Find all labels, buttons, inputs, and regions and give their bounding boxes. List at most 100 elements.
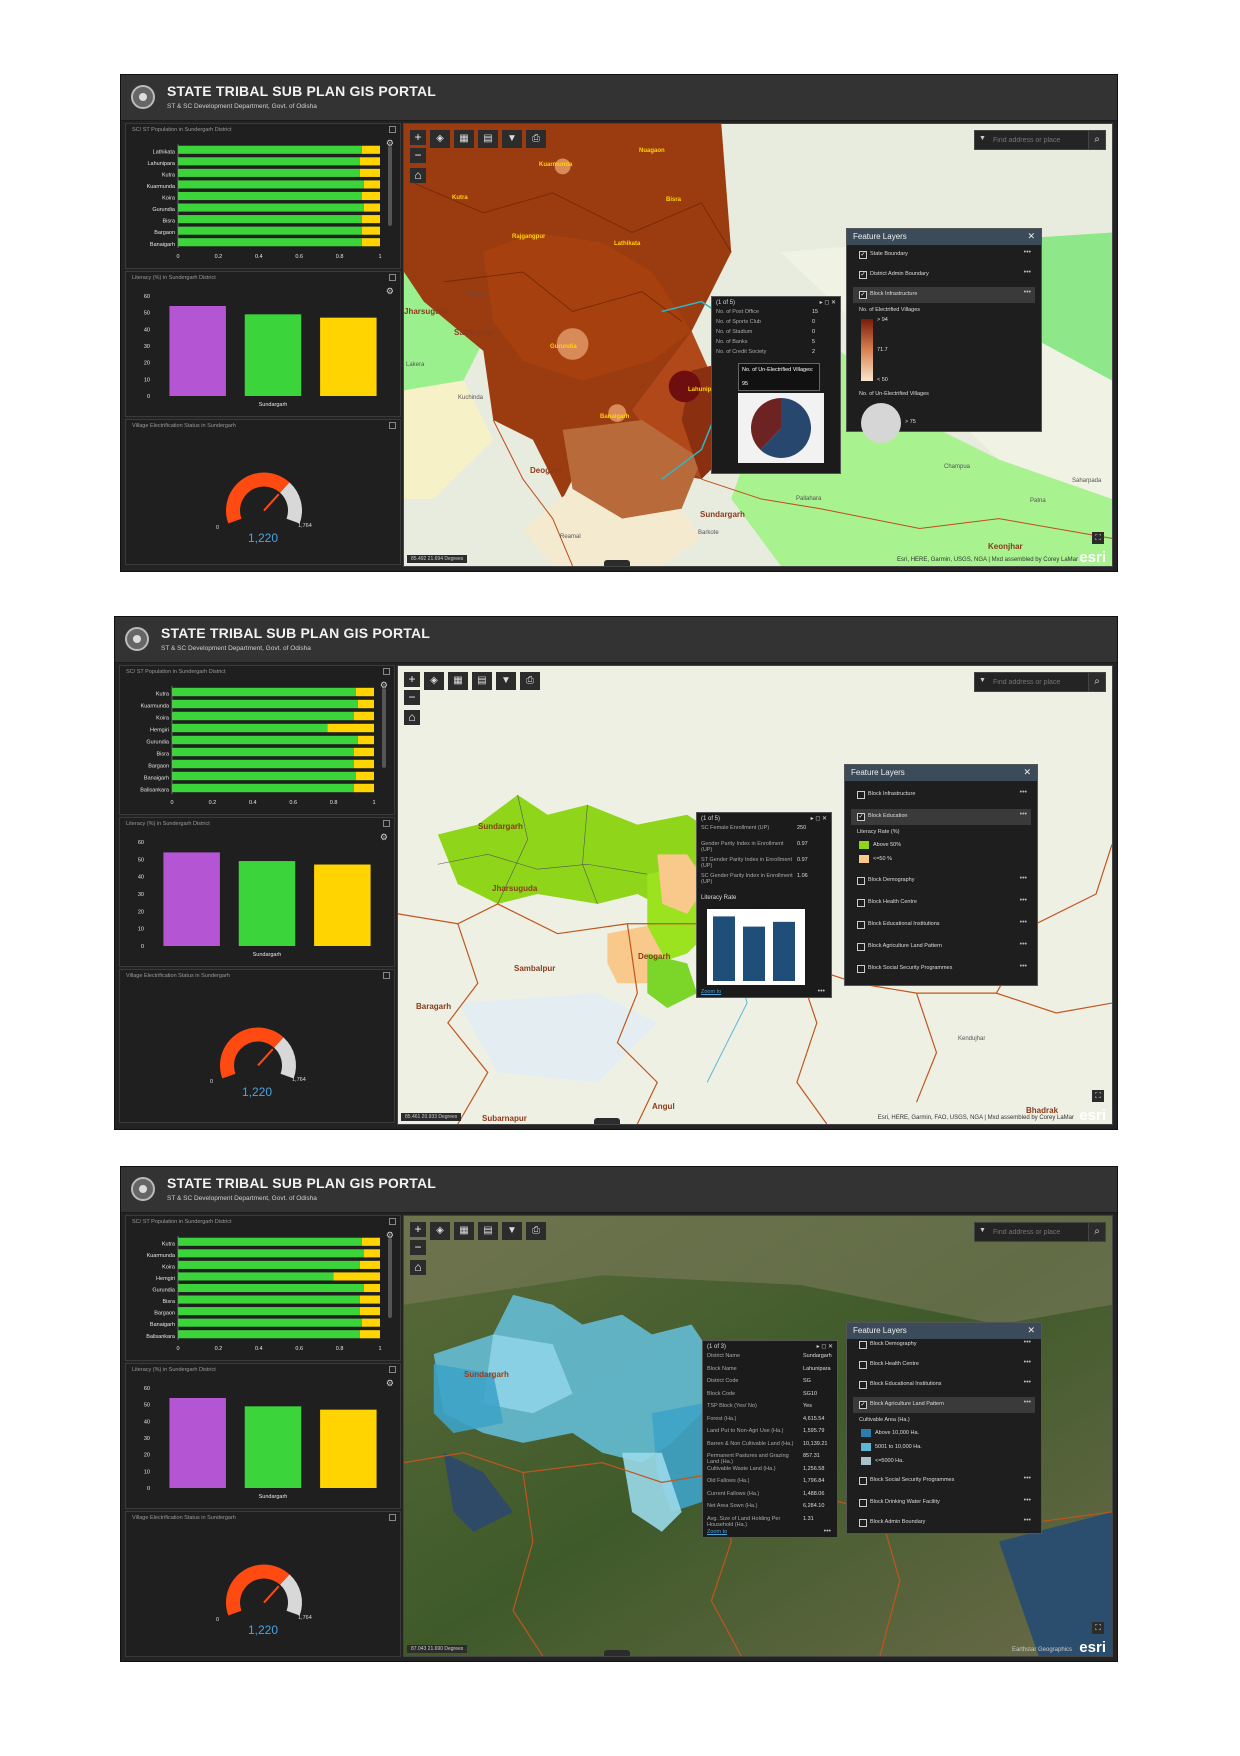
- literacy-bar[interactable]: [163, 852, 220, 946]
- home-button[interactable]: ⌂: [410, 1260, 426, 1275]
- bar-st[interactable]: [172, 687, 356, 697]
- layer-item[interactable]: Block Health Centre •••: [851, 895, 1031, 911]
- panel-toggle-handle[interactable]: [594, 1118, 620, 1124]
- literacy-bar[interactable]: [320, 317, 377, 396]
- more-icon[interactable]: •••: [1024, 1339, 1031, 1346]
- checkbox[interactable]: [859, 1477, 867, 1485]
- layer-item[interactable]: Block Social Security Programmes •••: [851, 961, 1031, 977]
- more-icon[interactable]: •••: [1024, 1379, 1031, 1386]
- bar-sc[interactable]: [357, 735, 374, 745]
- zoom-to-link[interactable]: Zoom to: [707, 1529, 727, 1535]
- search-widget[interactable]: ▼ ⌕: [974, 1222, 1106, 1242]
- checkbox[interactable]: ✓: [859, 291, 867, 299]
- zoom-out-button[interactable]: −: [404, 690, 420, 705]
- bar-sc[interactable]: [361, 226, 380, 235]
- map-view[interactable]: Sundargarh + − ⌂ ◈ ▦ ▤ ▼ ⎙ ▼ ⌕ (1 of 3) …: [403, 1215, 1113, 1657]
- literacy-bar[interactable]: [320, 1409, 377, 1488]
- bar-st[interactable]: [178, 1318, 362, 1327]
- bar-st[interactable]: [178, 180, 364, 189]
- layer-item[interactable]: Block Drinking Water Facility •••: [853, 1495, 1035, 1511]
- bar-sc[interactable]: [355, 771, 374, 781]
- checkbox[interactable]: [859, 1519, 867, 1527]
- layer-item[interactable]: ✓ Block Agriculture Land Pattern •••: [853, 1397, 1035, 1413]
- more-icon[interactable]: •••: [818, 988, 825, 995]
- search-icon[interactable]: ⌕: [1088, 673, 1105, 691]
- home-button[interactable]: ⌂: [404, 710, 420, 725]
- checkbox[interactable]: ✓: [859, 251, 867, 259]
- checkbox[interactable]: [859, 1499, 867, 1507]
- zoom-out-button[interactable]: −: [410, 148, 426, 163]
- more-icon[interactable]: •••: [1020, 789, 1027, 796]
- zoom-in-button[interactable]: +: [410, 1222, 426, 1237]
- search-icon[interactable]: ⌕: [1088, 1223, 1105, 1241]
- table-tool-button[interactable]: ▤: [472, 672, 492, 690]
- popup-bar[interactable]: [713, 916, 735, 981]
- fullscreen-button[interactable]: ⛶: [1092, 1622, 1104, 1634]
- print-tool-button[interactable]: ⎙: [520, 672, 540, 690]
- checkbox[interactable]: [857, 791, 865, 799]
- checkbox[interactable]: [857, 899, 865, 907]
- checkbox[interactable]: [857, 943, 865, 951]
- layer-item[interactable]: Block Educational Institutions •••: [853, 1377, 1035, 1393]
- more-icon[interactable]: •••: [1020, 811, 1027, 818]
- layer-item[interactable]: Block Demography •••: [853, 1337, 1035, 1353]
- bar-sc[interactable]: [363, 203, 380, 212]
- layer-item[interactable]: Block Health Centre •••: [853, 1357, 1035, 1373]
- bar-sc[interactable]: [327, 723, 374, 733]
- more-icon[interactable]: •••: [1020, 963, 1027, 970]
- bar-st[interactable]: [172, 759, 354, 769]
- literacy-bar[interactable]: [169, 1398, 226, 1488]
- layer-item[interactable]: Block Demography •••: [851, 873, 1031, 889]
- bar-sc[interactable]: [361, 191, 380, 201]
- bar-sc[interactable]: [363, 1249, 380, 1258]
- bar-st[interactable]: [172, 699, 358, 709]
- bar-st[interactable]: [178, 1307, 360, 1316]
- bar-st[interactable]: [178, 203, 364, 212]
- close-icon[interactable]: ✕: [1023, 767, 1031, 778]
- filter-tool-button[interactable]: ▼: [502, 130, 522, 148]
- bar-st[interactable]: [178, 145, 362, 154]
- literacy-bar[interactable]: [244, 314, 302, 396]
- bar-sc[interactable]: [363, 180, 380, 189]
- more-icon[interactable]: •••: [824, 1528, 831, 1535]
- chevron-down-icon[interactable]: ▼: [979, 1227, 986, 1234]
- map-view[interactable]: Sundargarh Jharsuguda Sambalpur Deogarh …: [397, 665, 1113, 1125]
- bar-st[interactable]: [178, 1272, 334, 1281]
- bar-sc[interactable]: [359, 168, 380, 177]
- more-icon[interactable]: •••: [1024, 1475, 1031, 1482]
- bar-st[interactable]: [178, 238, 362, 247]
- checkbox[interactable]: [859, 1341, 867, 1349]
- bar-st[interactable]: [178, 215, 362, 224]
- print-tool-button[interactable]: ⎙: [526, 1222, 546, 1240]
- close-icon[interactable]: ✕: [1027, 231, 1035, 242]
- bar-sc[interactable]: [361, 238, 380, 247]
- bar-st[interactable]: [172, 723, 328, 733]
- layer-item[interactable]: Block Social Security Programmes •••: [853, 1473, 1035, 1489]
- more-icon[interactable]: •••: [1020, 941, 1027, 948]
- more-icon[interactable]: •••: [1024, 1497, 1031, 1504]
- basemap-tool-button[interactable]: ▦: [448, 672, 468, 690]
- layer-item[interactable]: ✓ Block Education •••: [851, 809, 1031, 825]
- layer-item[interactable]: ✓ Block Infrastructure •••: [853, 287, 1035, 303]
- search-icon[interactable]: ⌕: [1088, 131, 1105, 149]
- chevron-down-icon[interactable]: ▼: [979, 677, 986, 684]
- fullscreen-button[interactable]: ⛶: [1092, 1090, 1104, 1102]
- layer-item[interactable]: Block Infrastructure •••: [851, 787, 1031, 803]
- bar-sc[interactable]: [359, 1295, 380, 1304]
- more-icon[interactable]: •••: [1024, 249, 1031, 256]
- layer-item[interactable]: Block Agriculture Land Pattern •••: [851, 939, 1031, 955]
- panel-toggle-handle[interactable]: [604, 560, 630, 566]
- basemap-tool-button[interactable]: ▦: [454, 130, 474, 148]
- feature-layers-panel[interactable]: Feature Layers ✕ Block Infrastructure •••…: [844, 764, 1038, 986]
- bar-st[interactable]: [178, 1260, 360, 1269]
- bar-sc[interactable]: [353, 711, 374, 721]
- search-input[interactable]: [991, 1225, 1087, 1239]
- bar-sc[interactable]: [357, 699, 374, 709]
- popup-controls[interactable]: ▸ ◻ ✕: [811, 815, 827, 822]
- bar-sc[interactable]: [359, 1260, 380, 1269]
- literacy-bar[interactable]: [314, 864, 371, 946]
- popup-controls[interactable]: ▸ ◻ ✕: [820, 299, 836, 306]
- more-icon[interactable]: •••: [1024, 289, 1031, 296]
- close-icon[interactable]: ✕: [1027, 1325, 1035, 1336]
- layers-tool-button[interactable]: ◈: [430, 130, 450, 148]
